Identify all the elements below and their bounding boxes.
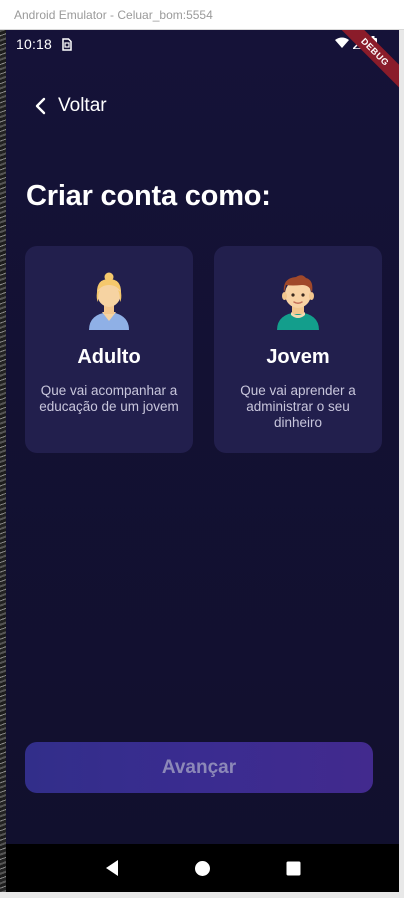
back-label: Voltar bbox=[58, 95, 107, 116]
status-time: 10:18 bbox=[16, 36, 53, 52]
chevron-left-icon bbox=[34, 97, 46, 115]
nav-recents-button[interactable] bbox=[274, 848, 314, 888]
account-type-card-young[interactable]: Jovem Que vai aprender a administrar o s… bbox=[214, 246, 382, 453]
wifi-icon bbox=[335, 36, 349, 52]
nav-back-button[interactable] bbox=[92, 848, 132, 888]
nav-home-button[interactable] bbox=[183, 848, 223, 888]
next-button[interactable]: Avançar bbox=[25, 742, 373, 793]
card-title: Adulto bbox=[77, 346, 141, 368]
home-circle-icon bbox=[194, 860, 211, 877]
young-boy-avatar-icon bbox=[272, 272, 324, 330]
adult-woman-avatar-icon bbox=[83, 272, 135, 330]
android-nav-bar bbox=[6, 844, 399, 892]
back-triangle-icon bbox=[104, 859, 120, 877]
phone-screen: 10:18 DEBUG Voltar Criar conta como: Adu… bbox=[6, 30, 399, 892]
card-description: Que vai acompanhar a educação de um jove… bbox=[39, 383, 179, 414]
card-description: Que vai aprender a administrar o seu din… bbox=[240, 383, 356, 430]
emulator-frame-right bbox=[399, 30, 404, 898]
account-type-card-adult[interactable]: Adulto Que vai acompanhar a educação de … bbox=[25, 246, 193, 453]
emulator-window-title: Android Emulator - Celuar_bom:5554 bbox=[0, 0, 404, 30]
card-title: Jovem bbox=[266, 346, 330, 368]
page-title: Criar conta como: bbox=[26, 180, 271, 212]
sim-card-icon bbox=[62, 37, 72, 51]
emulator-frame-bottom bbox=[0, 892, 404, 898]
recents-square-icon bbox=[286, 861, 301, 876]
back-button[interactable]: Voltar bbox=[34, 92, 107, 120]
status-bar: 10:18 DEBUG bbox=[6, 30, 399, 94]
